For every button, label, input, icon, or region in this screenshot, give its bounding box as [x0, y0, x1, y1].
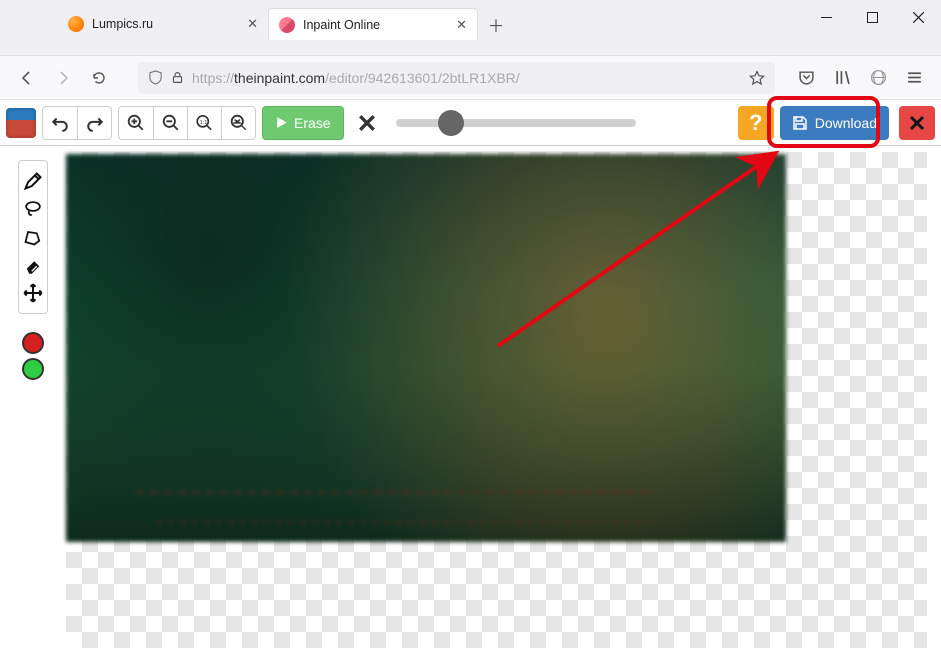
menu-icon[interactable]	[899, 63, 929, 93]
svg-text:1:1: 1:1	[199, 119, 207, 125]
lumpics-favicon	[68, 16, 84, 32]
side-toolbar	[18, 160, 48, 314]
close-tab-icon[interactable]: ✕	[456, 17, 467, 33]
move-tool[interactable]	[19, 279, 47, 307]
minimize-button[interactable]	[803, 0, 849, 34]
forward-button[interactable]	[48, 63, 78, 93]
zoom-in-button[interactable]	[119, 107, 153, 139]
erase-button[interactable]: Erase	[262, 106, 344, 140]
redo-button[interactable]	[77, 107, 111, 139]
new-tab-button[interactable]: ＋	[482, 10, 510, 38]
help-button[interactable]: ?	[738, 106, 774, 140]
library-icon[interactable]	[827, 63, 857, 93]
browser-chrome: Lumpics.ru ✕ Inpaint Online ✕ ＋	[0, 0, 941, 56]
zoom-actual-button[interactable]: 1:1	[187, 107, 221, 139]
close-window-button[interactable]	[895, 0, 941, 34]
brush-size-slider[interactable]	[396, 119, 636, 127]
tab-inpaint[interactable]: Inpaint Online ✕	[268, 8, 478, 40]
lasso-tool[interactable]	[19, 195, 47, 223]
reload-button[interactable]	[84, 63, 114, 93]
lock-icon	[171, 71, 184, 84]
download-button[interactable]: Download	[780, 106, 889, 140]
undo-redo-group	[42, 106, 112, 140]
maximize-button[interactable]	[849, 0, 895, 34]
help-label: ?	[749, 110, 762, 136]
tab-strip: Lumpics.ru ✕ Inpaint Online ✕ ＋	[0, 0, 941, 36]
pocket-icon[interactable]	[791, 63, 821, 93]
tab-title: Inpaint Online	[303, 18, 380, 32]
marker-tool[interactable]	[19, 167, 47, 195]
address-bar: https://theinpaint.com/editor/942613601/…	[0, 56, 941, 100]
tab-title: Lumpics.ru	[92, 17, 153, 31]
save-icon	[792, 115, 808, 131]
play-icon	[275, 116, 288, 129]
mask-color-red[interactable]	[22, 332, 44, 354]
canvas-area[interactable]	[66, 152, 927, 648]
zoom-out-button[interactable]	[153, 107, 187, 139]
inpaint-favicon	[279, 17, 295, 33]
cancel-button[interactable]	[350, 106, 384, 140]
back-button[interactable]	[12, 63, 42, 93]
zoom-fit-button[interactable]	[221, 107, 255, 139]
url-text: https://theinpaint.com/editor/942613601/…	[192, 70, 520, 86]
download-label: Download	[815, 115, 877, 131]
app-toolbar: 1:1 Erase ? Download	[0, 100, 941, 146]
shield-icon	[148, 70, 163, 85]
url-field[interactable]: https://theinpaint.com/editor/942613601/…	[138, 62, 775, 94]
polygon-tool[interactable]	[19, 223, 47, 251]
mask-color-green[interactable]	[22, 358, 44, 380]
bookmark-star-icon[interactable]	[749, 70, 765, 86]
zoom-group: 1:1	[118, 106, 256, 140]
erase-label: Erase	[294, 115, 331, 131]
account-icon[interactable]	[863, 63, 893, 93]
undo-button[interactable]	[43, 107, 77, 139]
close-editor-button[interactable]	[899, 106, 935, 140]
slider-thumb[interactable]	[438, 110, 464, 136]
color-swatches	[18, 332, 48, 380]
working-image[interactable]	[66, 154, 786, 542]
close-tab-icon[interactable]: ✕	[247, 16, 258, 32]
tab-lumpics[interactable]: Lumpics.ru ✕	[58, 8, 268, 40]
app-logo[interactable]	[6, 108, 36, 138]
eraser-tool[interactable]	[19, 251, 47, 279]
window-controls	[803, 0, 941, 34]
